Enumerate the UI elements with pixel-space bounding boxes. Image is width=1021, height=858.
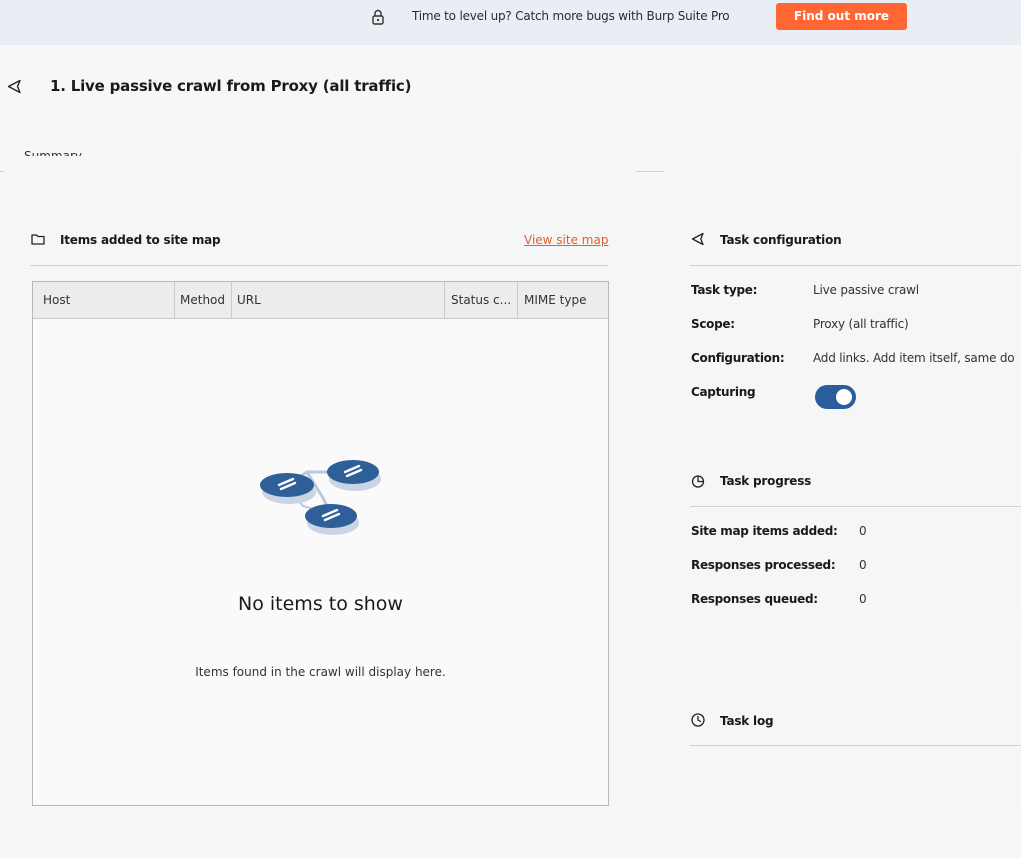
page-title: 1. Live passive crawl from Proxy (all tr… bbox=[50, 77, 412, 95]
divider bbox=[690, 265, 1021, 266]
task-progress-title: Task progress bbox=[720, 474, 812, 488]
scope-label: Scope: bbox=[691, 317, 735, 331]
divider bbox=[30, 265, 608, 266]
toggle-knob bbox=[836, 389, 852, 405]
site-map-panel-title: Items added to site map bbox=[60, 233, 221, 247]
configuration-label: Configuration: bbox=[691, 351, 785, 365]
responses-processed-label: Responses processed: bbox=[691, 558, 836, 572]
task-header: 1. Live passive crawl from Proxy (all tr… bbox=[0, 45, 1021, 115]
task-page: 1. Live passive crawl from Proxy (all tr… bbox=[0, 45, 1021, 858]
folder-icon bbox=[30, 231, 46, 247]
responses-queued-value: 0 bbox=[859, 592, 867, 606]
site-map-table: Host Method URL Status c... MIME type No… bbox=[32, 281, 609, 806]
view-site-map-link[interactable]: View site map bbox=[524, 233, 608, 247]
column-header-host[interactable]: Host bbox=[33, 282, 175, 319]
site-map-items-added-value: 0 bbox=[859, 524, 867, 538]
configuration-value: Add links. Add item itself, same do bbox=[813, 351, 1015, 365]
empty-state-title: No items to show bbox=[238, 593, 403, 615]
empty-state-subtitle: Items found in the crawl will display he… bbox=[195, 665, 446, 679]
crawl-task-icon bbox=[690, 231, 706, 247]
capturing-toggle[interactable] bbox=[815, 385, 856, 409]
task-details-panel bbox=[664, 156, 1021, 608]
empty-state-illustration bbox=[255, 454, 385, 546]
column-header-method[interactable]: Method bbox=[175, 282, 232, 319]
find-out-more-button[interactable]: Find out more bbox=[776, 3, 907, 30]
task-type-label: Task type: bbox=[691, 283, 758, 297]
divider bbox=[690, 745, 1021, 746]
table-header: Host Method URL Status c... MIME type bbox=[33, 282, 608, 319]
lock-icon bbox=[370, 9, 386, 25]
banner-message: Time to level up? Catch more bugs with B… bbox=[412, 9, 730, 23]
task-configuration-title: Task configuration bbox=[720, 233, 842, 247]
column-header-mime-type[interactable]: MIME type bbox=[518, 282, 608, 319]
capturing-label: Capturing bbox=[691, 385, 756, 399]
upgrade-banner: Time to level up? Catch more bugs with B… bbox=[0, 0, 1021, 45]
task-log-title: Task log bbox=[720, 714, 774, 728]
task-type-value: Live passive crawl bbox=[813, 283, 919, 297]
crawl-task-icon bbox=[7, 79, 22, 94]
divider bbox=[690, 506, 1021, 507]
column-header-url[interactable]: URL bbox=[232, 282, 445, 319]
clock-icon bbox=[690, 712, 706, 728]
responses-queued-label: Responses queued: bbox=[691, 592, 818, 606]
site-map-items-added-label: Site map items added: bbox=[691, 524, 838, 538]
scope-value: Proxy (all traffic) bbox=[813, 317, 909, 331]
responses-processed-value: 0 bbox=[859, 558, 867, 572]
task-log-panel bbox=[664, 638, 1021, 808]
column-header-status-code[interactable]: Status c... bbox=[445, 282, 518, 319]
pie-chart-icon bbox=[690, 473, 706, 489]
